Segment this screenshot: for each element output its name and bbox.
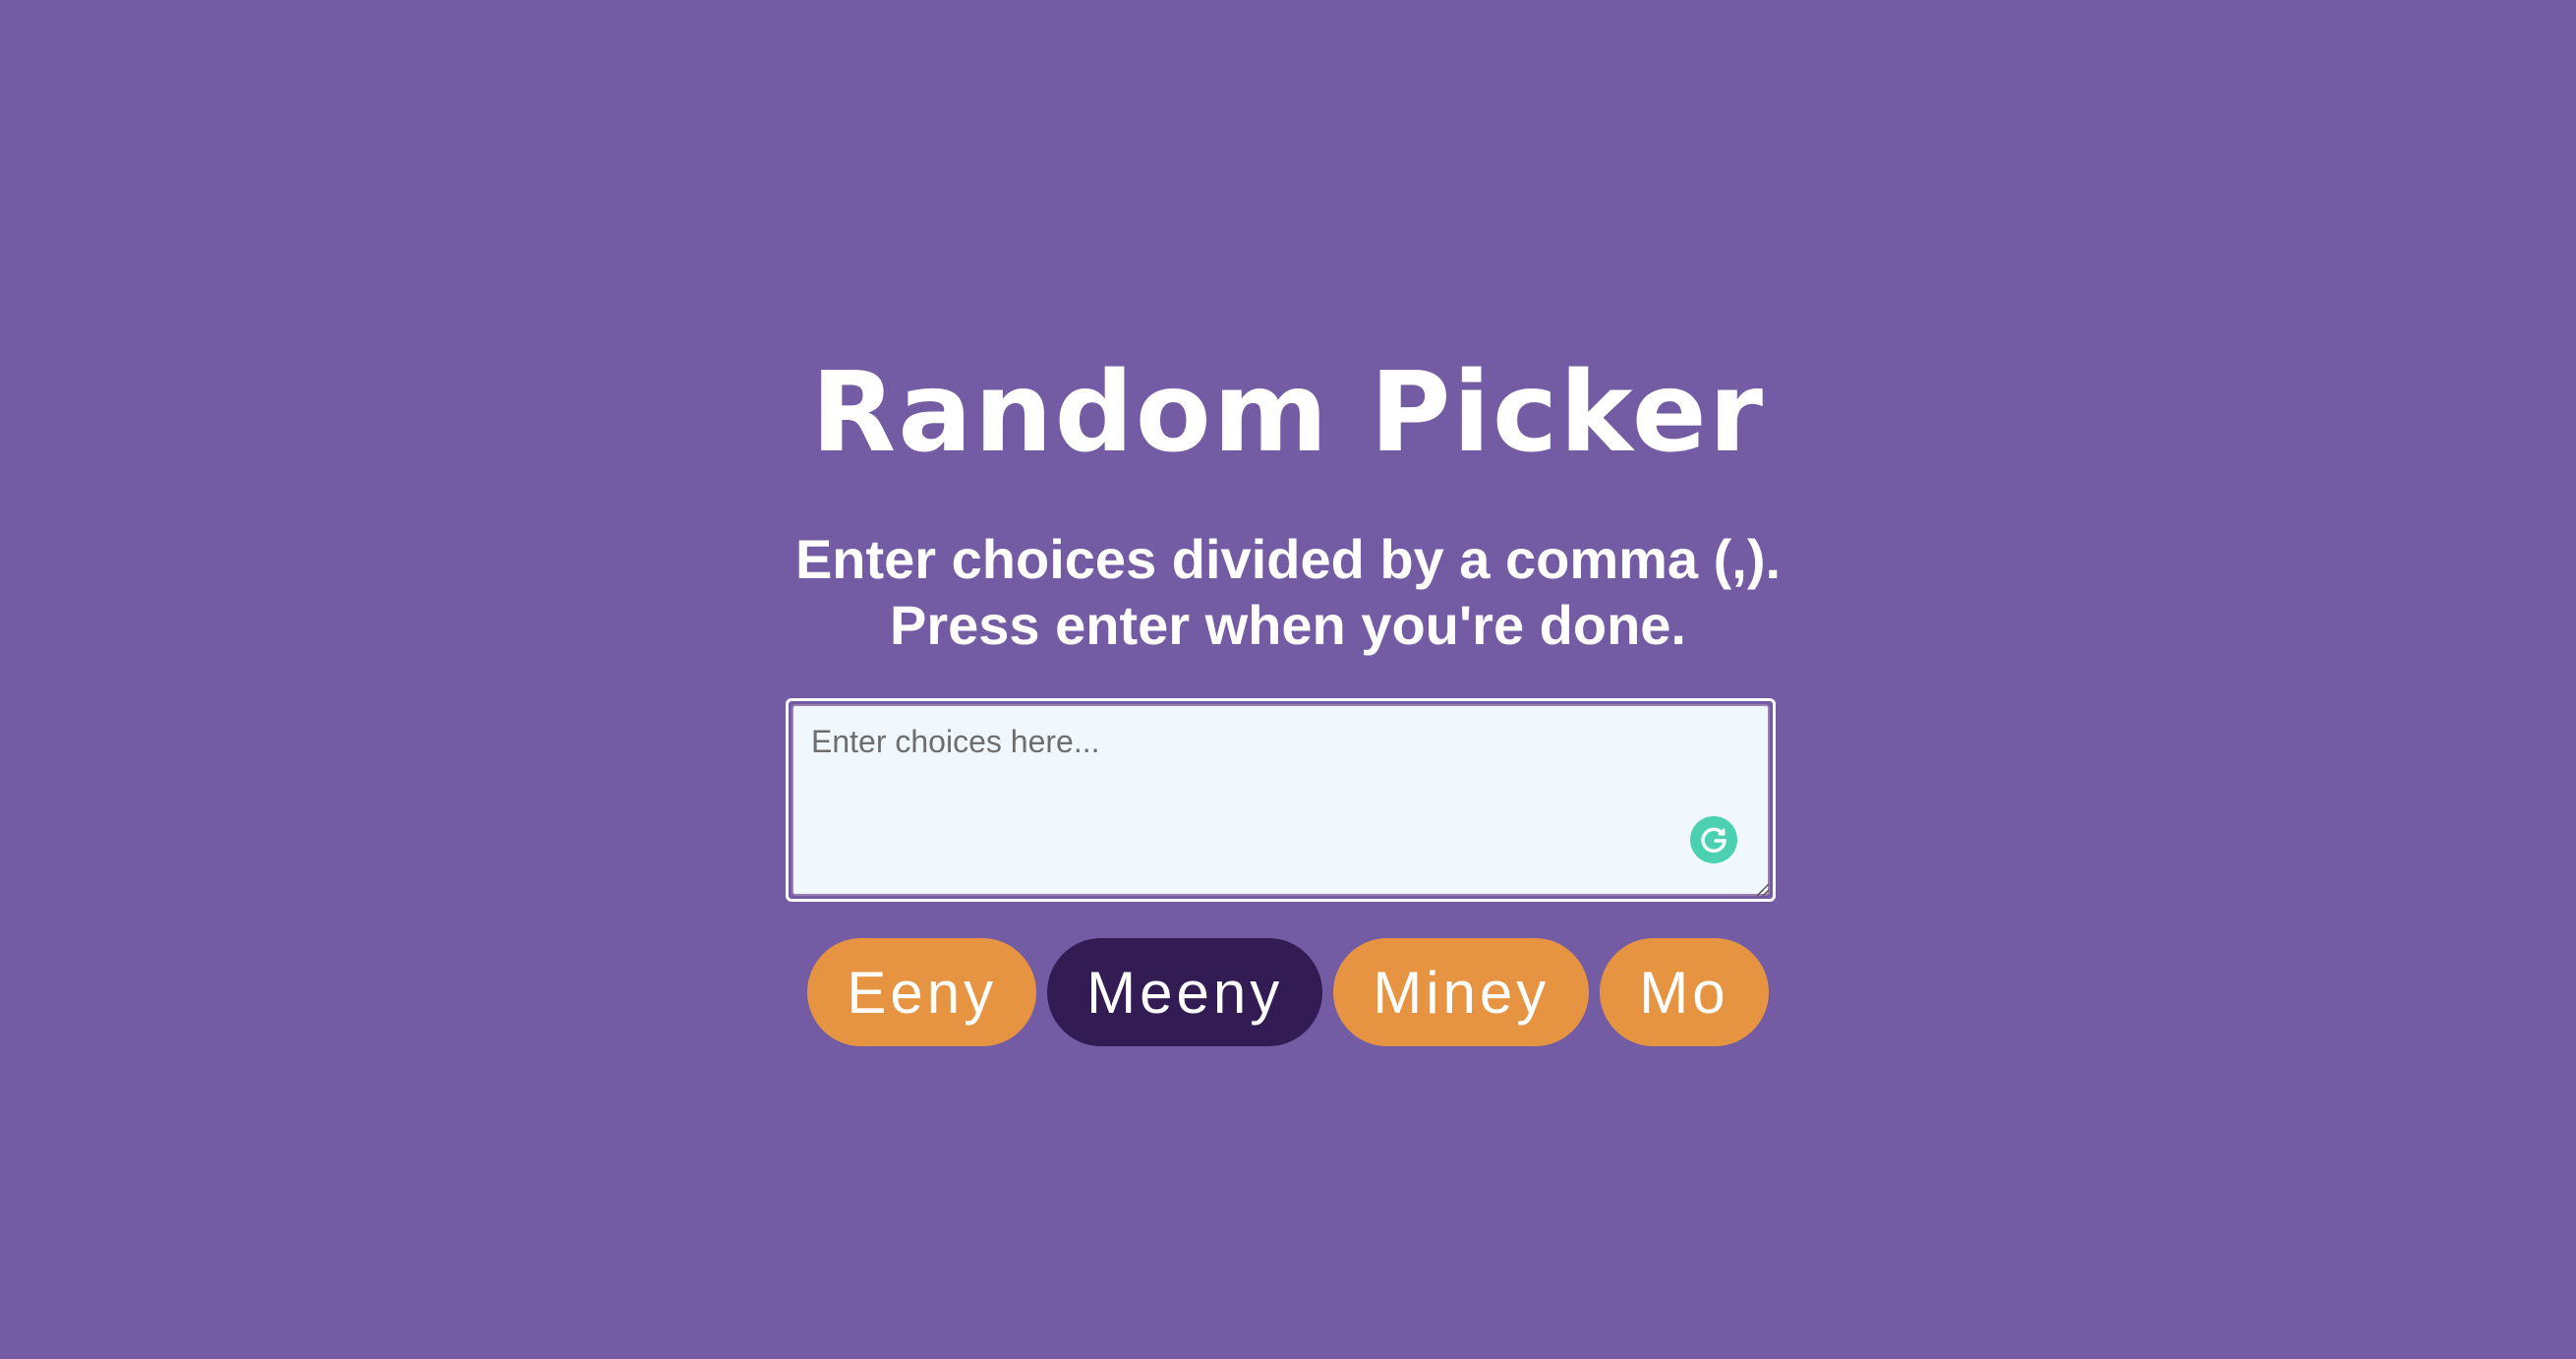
instructions-line-2: Press enter when you're done. (889, 594, 1686, 656)
choice-tag[interactable]: Miney (1333, 938, 1590, 1046)
instructions: Enter choices divided by a comma (,). Pr… (0, 526, 2576, 658)
resize-handle-icon[interactable] (1754, 881, 1770, 897)
choices-input-container (786, 698, 1776, 902)
page-title: Random Picker (811, 349, 1765, 477)
choice-tag[interactable]: Eeny (807, 938, 1037, 1046)
page: Random Picker Enter choices divided by a… (0, 0, 2576, 1359)
choice-tags: Eeny Meeny Miney Mo (0, 938, 2576, 1046)
grammarly-icon[interactable] (1690, 816, 1737, 863)
choice-tag[interactable]: Mo (1600, 938, 1769, 1046)
choices-input[interactable] (791, 704, 1770, 896)
choice-tag-selected[interactable]: Meeny (1047, 938, 1323, 1046)
instructions-line-1: Enter choices divided by a comma (,). (794, 528, 1782, 590)
